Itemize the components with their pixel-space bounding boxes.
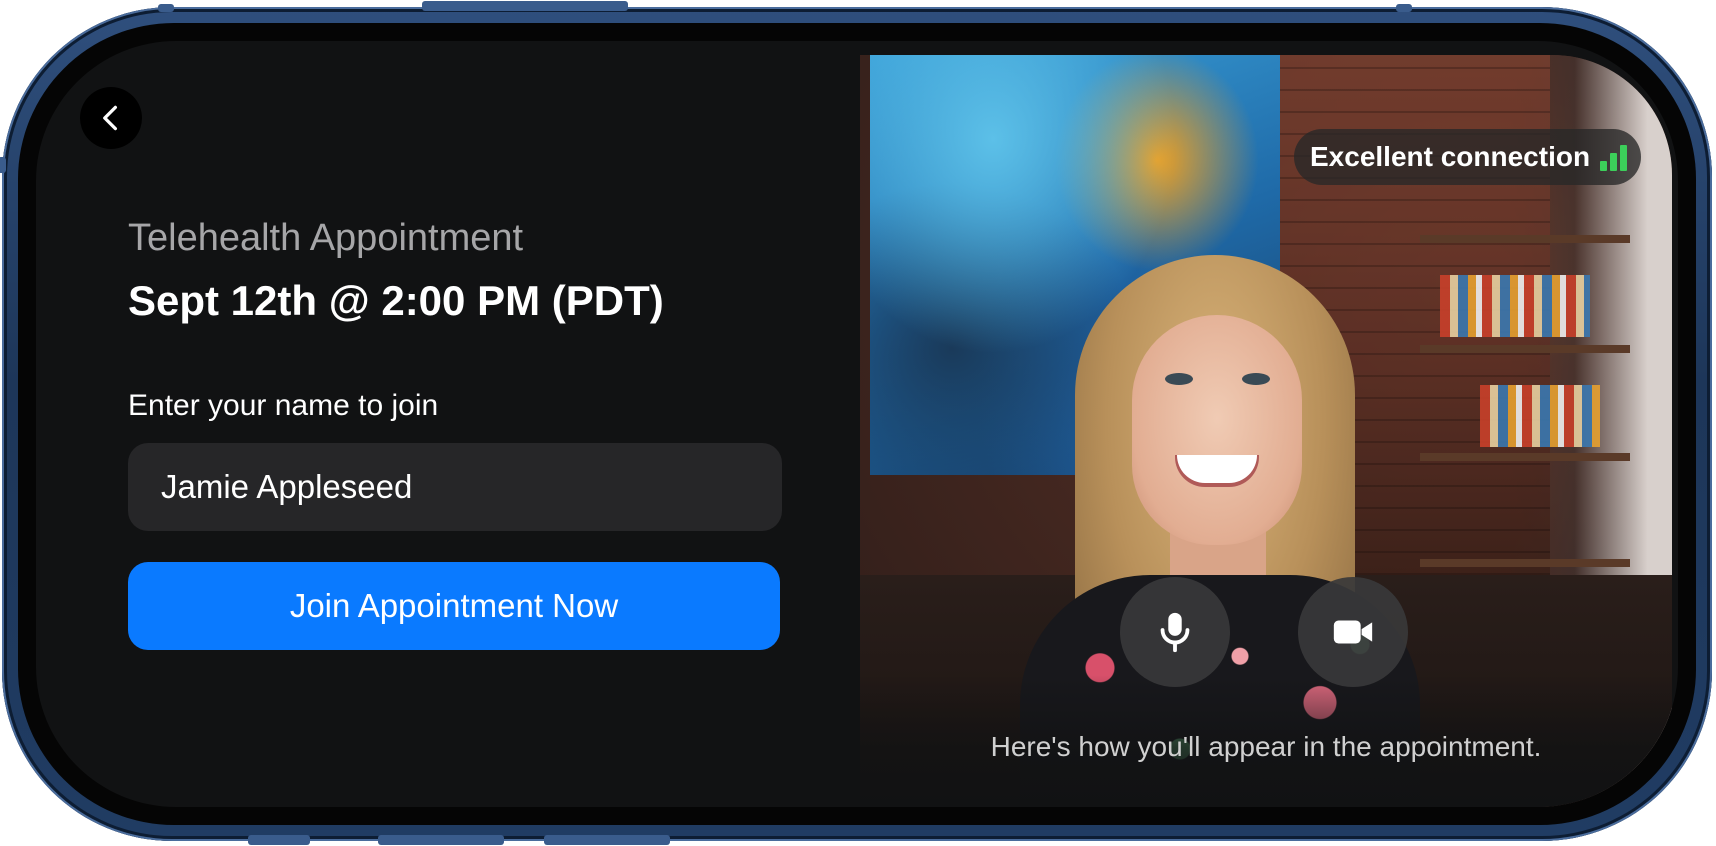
device-frame: Telehealth Appointment Sept 12th @ 2:00 …	[0, 1, 1712, 845]
connection-status-badge: Excellent connection	[1294, 129, 1642, 185]
shelf	[1420, 453, 1630, 461]
video-preview: Excellent connection Here's how you'll a…	[860, 55, 1672, 807]
volume-button	[422, 1, 628, 11]
chevron-left-icon	[103, 105, 117, 131]
shelf	[1420, 345, 1630, 353]
side-button	[378, 835, 504, 845]
signal-bars-icon	[1600, 143, 1628, 171]
appointment-time: Sept 12th @ 2:00 PM (PDT)	[128, 277, 664, 324]
appointment-kicker: Telehealth Appointment	[128, 217, 524, 259]
name-input[interactable]	[128, 443, 782, 531]
frame-antenna-band	[0, 157, 6, 173]
video-camera-icon	[1333, 620, 1373, 644]
screen: Telehealth Appointment Sept 12th @ 2:00 …	[36, 41, 1678, 807]
camera-toggle-button[interactable]	[1298, 577, 1408, 687]
back-button[interactable]	[80, 87, 142, 149]
join-appointment-button[interactable]: Join Appointment Now	[128, 562, 780, 650]
frame-antenna-band	[158, 4, 174, 12]
frame-antenna-band	[1396, 4, 1412, 12]
books	[1440, 275, 1590, 337]
books	[1480, 385, 1600, 447]
name-field-label: Enter your name to join	[128, 389, 439, 422]
preview-caption: Here's how you'll appear in the appointm…	[990, 731, 1542, 762]
side-button	[248, 835, 310, 845]
connection-status-text: Excellent connection	[1310, 141, 1591, 172]
face	[1132, 315, 1302, 545]
eye	[1242, 373, 1270, 385]
shelf	[1420, 559, 1630, 567]
shelf	[1420, 235, 1630, 243]
eye	[1165, 373, 1193, 385]
microphone-toggle-button[interactable]	[1120, 577, 1230, 687]
microphone-icon	[1160, 612, 1190, 653]
side-button	[544, 835, 670, 845]
